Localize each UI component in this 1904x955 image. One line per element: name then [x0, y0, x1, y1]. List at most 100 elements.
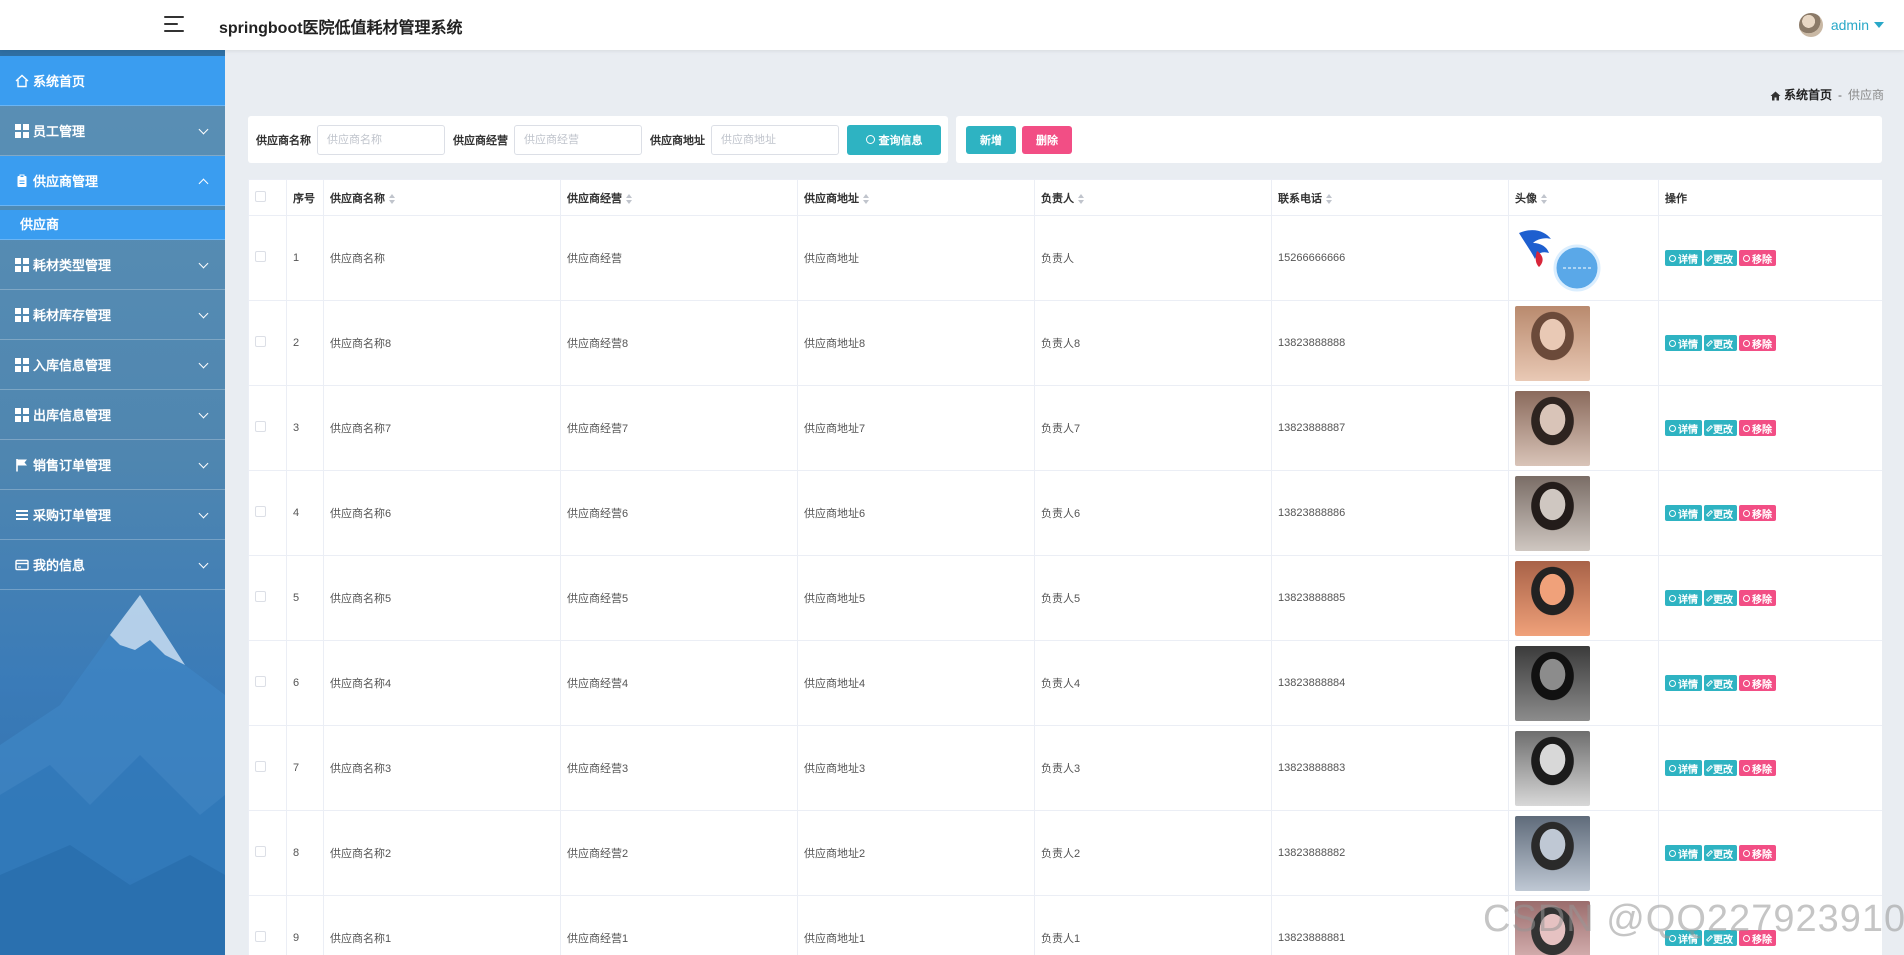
edit-button[interactable]: 更改	[1704, 590, 1737, 606]
detail-button[interactable]: 详情	[1665, 930, 1702, 946]
detail-button[interactable]: 详情	[1665, 760, 1702, 776]
cell-name: 供应商名称	[323, 215, 561, 301]
cell-avatar	[1508, 300, 1659, 386]
remove-button[interactable]: 移除	[1739, 675, 1776, 691]
remove-button[interactable]: 移除	[1739, 760, 1776, 776]
chevron-down-icon	[198, 458, 209, 469]
delete-button[interactable]: 删除	[1022, 125, 1072, 154]
row-checkbox[interactable]	[255, 931, 266, 942]
grid-icon	[15, 257, 29, 272]
edit-button[interactable]: 更改	[1704, 760, 1737, 776]
cell-avatar	[1508, 640, 1659, 726]
add-button[interactable]: 新增	[966, 125, 1016, 154]
row-checkbox[interactable]	[255, 846, 266, 857]
row-checkbox[interactable]	[255, 591, 266, 602]
sidebar-item-sales-order[interactable]: 销售订单管理	[0, 440, 225, 490]
sidebar-item-supplier[interactable]: 供应商管理	[0, 156, 225, 206]
row-checkbox[interactable]	[255, 676, 266, 687]
row-select-cell	[248, 300, 287, 386]
sort-icon[interactable]	[1541, 193, 1547, 204]
cell-business: 供应商经营2	[560, 810, 798, 896]
supplier-avatar-image	[1515, 305, 1590, 381]
sidebar-item-home[interactable]: 系统首页	[0, 56, 225, 106]
sidebar-subitem-supplier[interactable]: 供应商	[0, 210, 225, 240]
detail-button[interactable]: 详情	[1665, 335, 1702, 351]
supplier-address-input[interactable]	[711, 124, 839, 155]
detail-button[interactable]: 详情	[1665, 675, 1702, 691]
sort-icon[interactable]	[863, 193, 869, 204]
remove-button[interactable]: 移除	[1739, 250, 1776, 266]
sort-icon[interactable]	[1326, 193, 1332, 204]
remove-button[interactable]: 移除	[1739, 335, 1776, 351]
column-header-phone[interactable]: 联系电话	[1271, 179, 1509, 216]
edit-button[interactable]: 更改	[1704, 675, 1737, 691]
remove-button[interactable]: 移除	[1739, 420, 1776, 436]
caret-down-icon	[1874, 22, 1884, 28]
table-row: 4 供应商名称6 供应商经营6 供应商地址6 负责人6 13823888886 详情 更改 移除	[248, 470, 1882, 556]
detail-button[interactable]: 详情	[1665, 420, 1702, 436]
supplier-avatar-image	[1515, 560, 1590, 636]
row-checkbox[interactable]	[255, 761, 266, 772]
search-panel: 供应商名称 供应商经营 供应商地址 查询信息	[248, 116, 948, 163]
edit-button[interactable]: 更改	[1704, 505, 1737, 521]
edit-button[interactable]: 更改	[1704, 420, 1737, 436]
column-header-manager[interactable]: 负责人	[1034, 179, 1272, 216]
cell-manager: 负责人2	[1034, 810, 1272, 896]
detail-button[interactable]: 详情	[1665, 845, 1702, 861]
cell-address: 供应商地址3	[797, 725, 1035, 811]
row-select-cell	[248, 640, 287, 726]
user-menu[interactable]: admin	[1798, 12, 1884, 38]
sort-icon[interactable]	[389, 193, 395, 204]
sidebar-item-purchase-order[interactable]: 采购订单管理	[0, 490, 225, 540]
edit-button[interactable]: 更改	[1704, 845, 1737, 861]
column-header-avatar[interactable]: 头像	[1508, 179, 1659, 216]
remove-button[interactable]: 移除	[1739, 845, 1776, 861]
cell-name: 供应商名称4	[323, 640, 561, 726]
row-checkbox[interactable]	[255, 251, 266, 262]
remove-button[interactable]: 移除	[1739, 505, 1776, 521]
breadcrumb-home[interactable]: 系统首页	[1770, 86, 1832, 103]
table-row: 6 供应商名称4 供应商经营4 供应商地址4 负责人4 13823888884 详情 更改 移除	[248, 640, 1882, 726]
table-row: 2 供应商名称8 供应商经营8 供应商地址8 负责人8 13823888888 详情 更改 移除	[248, 300, 1882, 386]
query-button[interactable]: 查询信息	[847, 124, 941, 155]
supplier-avatar-image	[1515, 815, 1590, 891]
detail-button[interactable]: 详情	[1665, 505, 1702, 521]
detail-button[interactable]: 详情	[1665, 590, 1702, 606]
menu-toggle-icon[interactable]	[164, 14, 186, 34]
column-header-business[interactable]: 供应商经营	[560, 179, 798, 216]
column-header-address[interactable]: 供应商地址	[797, 179, 1035, 216]
supplier-name-input[interactable]	[317, 124, 445, 155]
sidebar-item-label: 耗材类型管理	[33, 258, 112, 273]
remove-button[interactable]: 移除	[1739, 930, 1776, 946]
edit-button[interactable]: 更改	[1704, 335, 1737, 351]
pencil-icon	[1705, 764, 1714, 772]
sidebar-item-inventory[interactable]: 耗材库存管理	[0, 290, 225, 340]
sidebar-item-stock-in[interactable]: 入库信息管理	[0, 340, 225, 390]
detail-button[interactable]: 详情	[1665, 250, 1702, 266]
cell-avatar	[1508, 385, 1659, 471]
supplier-business-input[interactable]	[514, 124, 642, 155]
grid-icon	[15, 407, 29, 422]
avatar	[1798, 13, 1823, 37]
column-header-name[interactable]: 供应商名称	[323, 179, 561, 216]
search-icon	[1669, 254, 1676, 262]
cell-phone: 15266666666	[1271, 215, 1509, 301]
edit-button[interactable]: 更改	[1704, 250, 1737, 266]
cell-name: 供应商名称5	[323, 555, 561, 641]
cell-name: 供应商名称6	[323, 470, 561, 556]
sidebar-item-stock-out[interactable]: 出库信息管理	[0, 390, 225, 440]
row-checkbox[interactable]	[255, 336, 266, 347]
row-checkbox[interactable]	[255, 421, 266, 432]
row-checkbox[interactable]	[255, 506, 266, 517]
sidebar-menu: 系统首页 员工管理 供应商管理 供应商 耗材类型管理 耗材库存管理 入库信息管理…	[0, 56, 225, 590]
sort-icon[interactable]	[626, 193, 632, 204]
edit-button[interactable]: 更改	[1704, 930, 1737, 946]
select-all-checkbox[interactable]	[255, 190, 266, 202]
sidebar-item-material-type[interactable]: 耗材类型管理	[0, 240, 225, 290]
sort-icon[interactable]	[1078, 193, 1084, 204]
sidebar-item-staff[interactable]: 员工管理	[0, 106, 225, 156]
search-icon	[865, 135, 875, 144]
sidebar-item-my-info[interactable]: 我的信息	[0, 540, 225, 590]
remove-button[interactable]: 移除	[1739, 590, 1776, 606]
cell-actions: 详情 更改 移除	[1658, 640, 1882, 726]
